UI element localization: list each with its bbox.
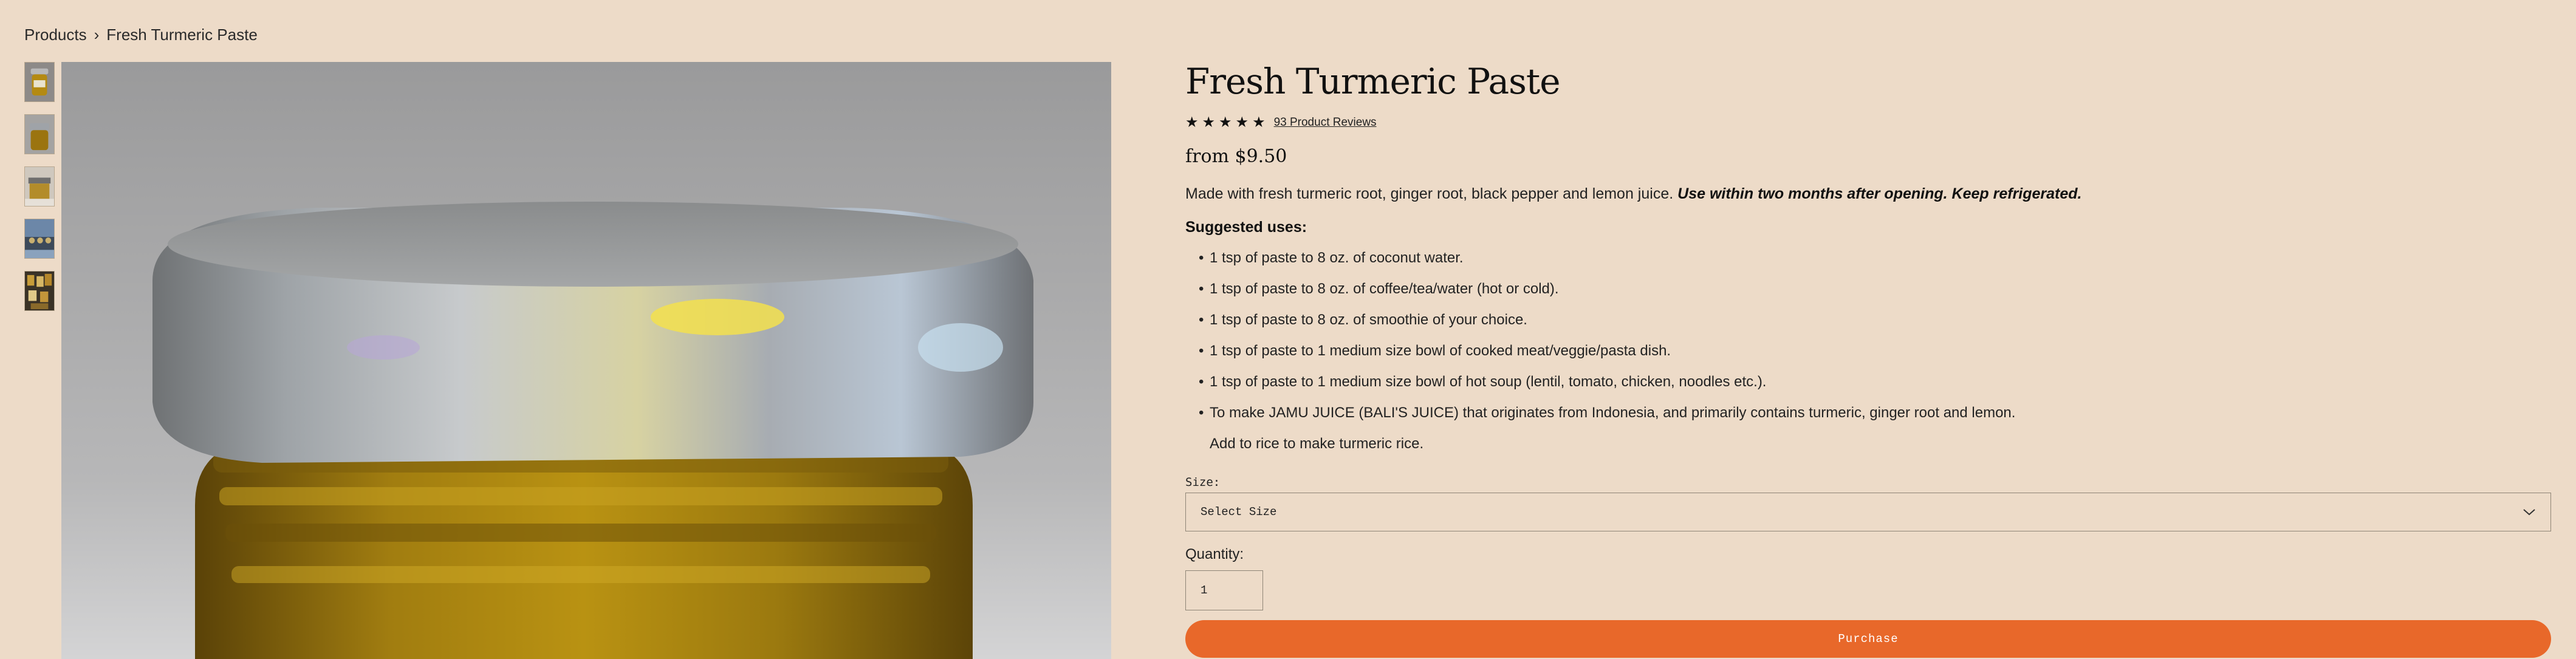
uses-extra-line: Add to rice to make turmeric rice. bbox=[1210, 435, 1424, 452]
breadcrumb-current: Fresh Turmeric Paste bbox=[106, 26, 258, 44]
breadcrumb: Products › Fresh Turmeric Paste bbox=[24, 26, 258, 44]
description-emphasis: Use within two months after opening. Kee… bbox=[1677, 185, 2082, 202]
breadcrumb-products-link[interactable]: Products bbox=[24, 26, 87, 44]
product-rating: ★ ★ ★ ★ ★ 93 Product Reviews bbox=[1185, 115, 2551, 130]
suggested-uses-heading: Suggested uses: bbox=[1185, 219, 1307, 236]
product-price: from $9.50 bbox=[1185, 146, 1287, 167]
suggested-uses-list: 1 tsp of paste to 8 oz. of coconut water… bbox=[1199, 250, 2551, 422]
star-icon: ★ bbox=[1185, 114, 1199, 131]
size-label: Size: bbox=[1185, 476, 1221, 489]
size-select[interactable]: Select Size bbox=[1185, 493, 2551, 531]
list-item: 1 tsp of paste to 8 oz. of coconut water… bbox=[1199, 250, 2551, 267]
list-item: 1 tsp of paste to 1 medium size bowl of … bbox=[1199, 343, 2551, 360]
list-item: To make JAMU JUICE (BALI'S JUICE) that o… bbox=[1199, 405, 2551, 422]
size-select-value: Select Size bbox=[1201, 505, 1277, 519]
quantity-input[interactable]: 1 bbox=[1185, 570, 1263, 610]
thumbnail-5[interactable] bbox=[24, 271, 55, 311]
product-description: Made with fresh turmeric root, ginger ro… bbox=[1185, 185, 2551, 203]
thumbnail-1[interactable] bbox=[24, 62, 55, 102]
product-reviews-link[interactable]: 93 Product Reviews bbox=[1274, 116, 1377, 129]
purchase-button[interactable]: Purchase bbox=[1185, 620, 2551, 658]
description-text: Made with fresh turmeric root, ginger ro… bbox=[1185, 185, 1674, 202]
quantity-label: Quantity: bbox=[1185, 546, 1244, 562]
product-info: Fresh Turmeric Paste ★ ★ ★ ★ ★ 93 Produc… bbox=[1185, 61, 2551, 658]
star-icon: ★ bbox=[1202, 114, 1216, 131]
list-item: 1 tsp of paste to 8 oz. of smoothie of y… bbox=[1199, 312, 2551, 329]
thumbnail-4[interactable] bbox=[24, 219, 55, 259]
star-icon: ★ bbox=[1252, 114, 1266, 131]
star-icon: ★ bbox=[1219, 114, 1232, 131]
product-title: Fresh Turmeric Paste bbox=[1185, 61, 1561, 102]
star-icon: ★ bbox=[1235, 114, 1249, 131]
thumbnail-3[interactable] bbox=[24, 166, 55, 207]
thumbnail-strip bbox=[24, 62, 56, 323]
thumbnail-2[interactable] bbox=[24, 114, 55, 154]
breadcrumb-separator: › bbox=[94, 26, 100, 44]
list-item: 1 tsp of paste to 1 medium size bowl of … bbox=[1199, 374, 2551, 391]
chevron-down-icon bbox=[2523, 509, 2535, 516]
product-hero-image bbox=[61, 62, 1111, 659]
list-item: 1 tsp of paste to 8 oz. of coffee/tea/wa… bbox=[1199, 281, 2551, 298]
